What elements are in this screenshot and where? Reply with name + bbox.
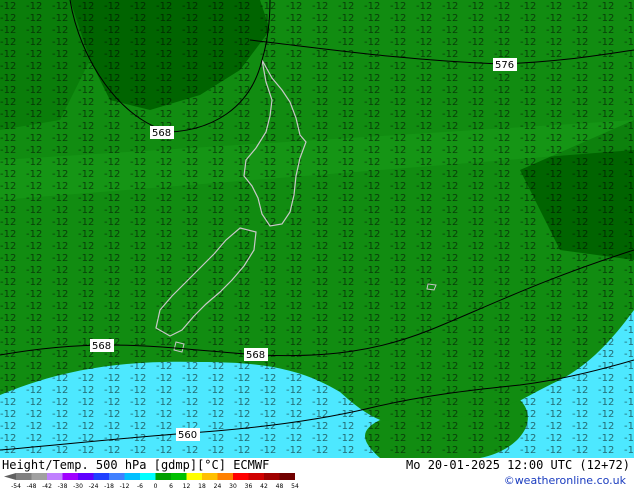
color-scale: -54 -48 -42 -38 -30 -24 -18 -12 -6 0 6 12 18 24 30 36 42… bbox=[4, 473, 299, 490]
scale-swatch bbox=[16, 473, 32, 480]
scale-tick-label: -30 bbox=[73, 483, 83, 490]
scale-tick-label: 48 bbox=[276, 483, 284, 490]
scale-swatch bbox=[202, 473, 218, 480]
scale-tick-label: -54 bbox=[11, 483, 21, 490]
scale-swatch bbox=[93, 473, 109, 480]
scale-swatch bbox=[78, 473, 94, 480]
scale-swatch bbox=[124, 473, 140, 480]
svg-text:560: 560 bbox=[178, 430, 197, 441]
scale-swatch bbox=[171, 473, 187, 480]
scale-swatch bbox=[248, 473, 264, 480]
scale-tick-label: 24 bbox=[214, 483, 222, 490]
map-title: Height/Temp. 500 hPa [gdmp][°C] ECMWF bbox=[2, 458, 270, 472]
scale-swatch bbox=[155, 473, 171, 480]
scale-tick-label: -12 bbox=[120, 483, 130, 490]
scale-tick-label: -38 bbox=[58, 483, 68, 490]
scale-tick-label: -18 bbox=[104, 483, 114, 490]
svg-text:568: 568 bbox=[246, 350, 265, 361]
contour-label-568-north: 568 bbox=[150, 126, 174, 139]
contour-label-576: 576 bbox=[493, 58, 517, 71]
scale-tick-label: 0 bbox=[154, 483, 158, 490]
scale-tick-label: 30 bbox=[229, 483, 237, 490]
contour-label-560: 560 bbox=[176, 428, 200, 441]
scale-swatch bbox=[109, 473, 125, 480]
scale-tick-label: 36 bbox=[245, 483, 253, 490]
weather-map: -12 576 568 bbox=[0, 0, 634, 458]
scale-tick-label: 42 bbox=[260, 483, 268, 490]
scale-swatch bbox=[233, 473, 249, 480]
svg-text:568: 568 bbox=[152, 128, 171, 139]
scale-tick-label: 54 bbox=[291, 483, 299, 490]
scale-swatch bbox=[62, 473, 78, 480]
scale-tick-label: -24 bbox=[89, 483, 99, 490]
contour-label-568-west: 568 bbox=[90, 339, 114, 352]
credit-link[interactable]: ©weatheronline.co.uk bbox=[504, 474, 626, 487]
scale-swatch bbox=[186, 473, 202, 480]
scale-swatch bbox=[217, 473, 233, 480]
map-canvas: -12 576 568 bbox=[0, 0, 634, 458]
valid-datetime: Mo 20-01-2025 12:00 UTC (12+72) bbox=[406, 458, 630, 472]
svg-text:576: 576 bbox=[495, 60, 514, 71]
scale-swatch bbox=[264, 473, 280, 480]
scale-arrow-left bbox=[4, 473, 16, 480]
scale-swatch bbox=[279, 473, 295, 480]
scale-tick-label: 6 bbox=[169, 483, 173, 490]
scale-swatch bbox=[47, 473, 63, 480]
svg-text:568: 568 bbox=[92, 341, 111, 352]
scale-tick-label: -6 bbox=[137, 483, 143, 490]
scale-tick-label: -48 bbox=[27, 483, 37, 490]
contour-label-568-center: 568 bbox=[244, 348, 268, 361]
scale-tick-label: 12 bbox=[183, 483, 191, 490]
scale-tick-label: -42 bbox=[42, 483, 52, 490]
scale-swatch bbox=[140, 473, 156, 480]
scale-tick-label: 18 bbox=[198, 483, 206, 490]
scale-swatch bbox=[31, 473, 47, 480]
